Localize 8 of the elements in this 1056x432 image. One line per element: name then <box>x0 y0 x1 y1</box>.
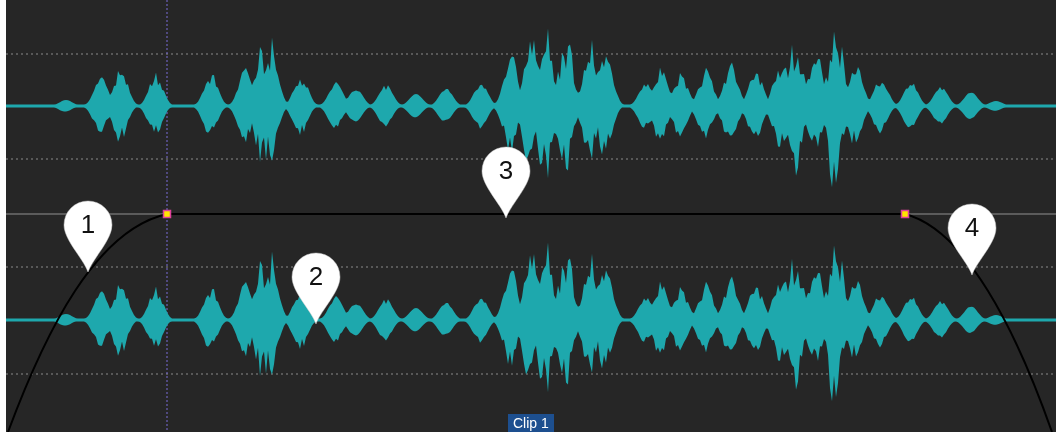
fade-envelope-line[interactable] <box>7 213 1053 432</box>
envelope-handle[interactable] <box>162 209 172 219</box>
clip-label[interactable]: Clip 1 <box>508 414 554 432</box>
callout-marker: 4 <box>945 201 999 275</box>
callout-marker: 2 <box>289 250 343 324</box>
envelope-handle[interactable] <box>900 209 910 219</box>
callout-marker: 3 <box>479 144 533 218</box>
callout-marker: 1 <box>61 198 115 272</box>
